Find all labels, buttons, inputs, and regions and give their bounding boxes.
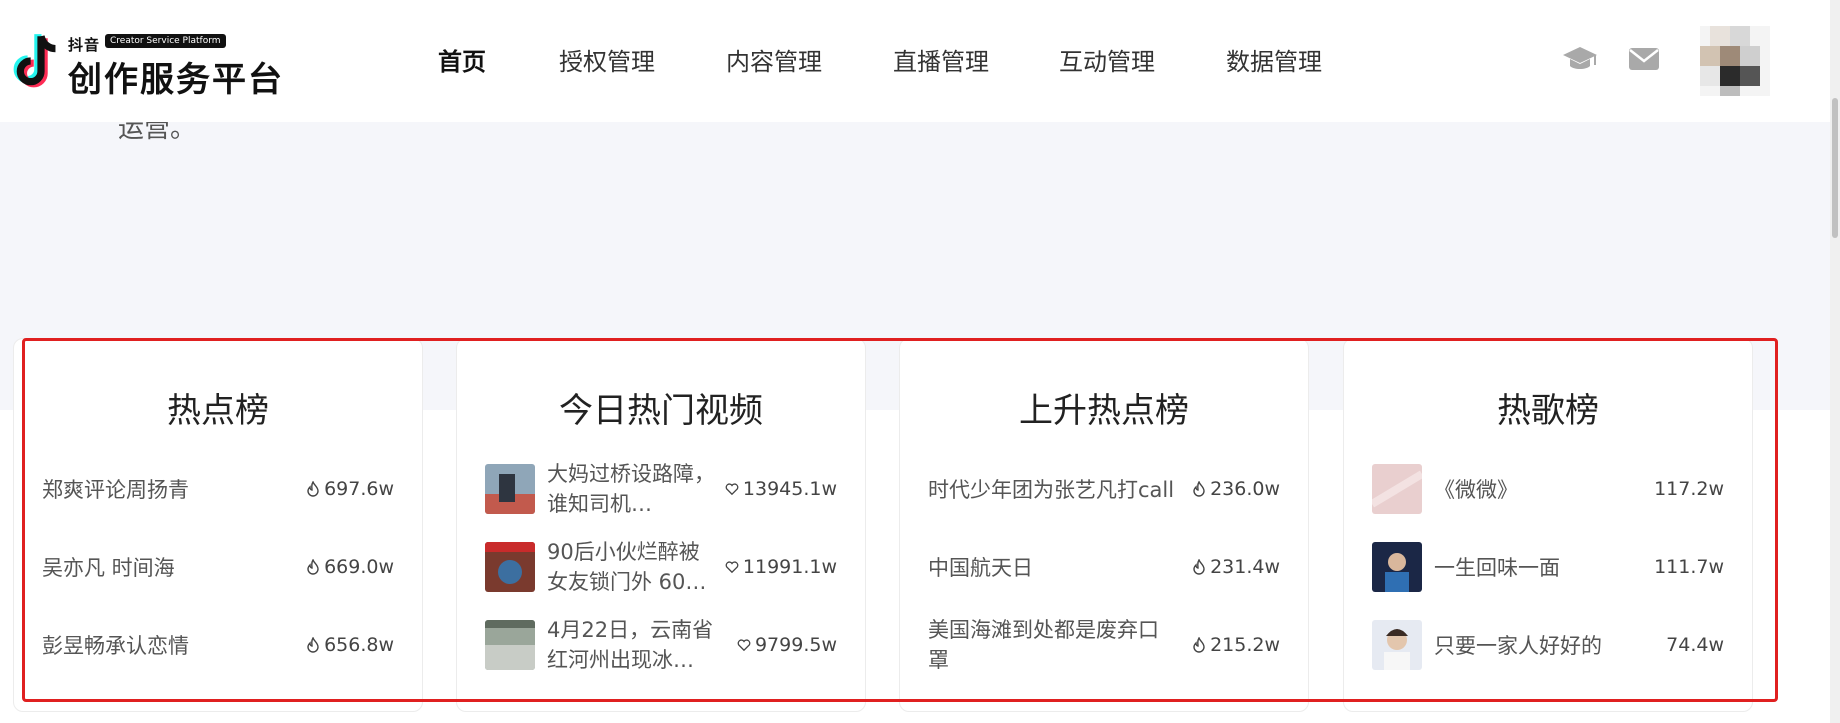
heart-icon — [725, 483, 739, 496]
heat-metric: 236.0w — [1192, 478, 1280, 500]
topic-text: 美国海滩到处都是废弃口罩 — [928, 618, 1159, 672]
metric-value: 9799.5w — [754, 634, 837, 656]
metric-value: 13945.1w — [742, 478, 837, 500]
song-cover — [1372, 542, 1422, 592]
song-cover — [1372, 620, 1422, 670]
douyin-logo[interactable]: 抖音 Creator Service Platform 创作服务平台 — [10, 28, 282, 100]
song-title: 一生回味一面 — [1434, 556, 1560, 580]
heat-metric: 231.4w — [1192, 556, 1280, 578]
list-item[interactable]: 只要一家人好好的 74.4w — [1372, 615, 1724, 675]
metric-value: 236.0w — [1210, 478, 1280, 500]
fire-icon — [307, 481, 319, 497]
topic-text: 中国航天日 — [928, 556, 1033, 580]
topic-text: 彭昱畅承认恋情 — [42, 634, 189, 658]
like-metric: 11991.1w — [725, 556, 837, 578]
heat-metric: 215.2w — [1192, 634, 1280, 656]
nav-home[interactable]: 首页 — [438, 42, 486, 77]
topic-text: 时代少年团为张艺凡打call — [928, 478, 1175, 502]
metric-value: 215.2w — [1210, 634, 1280, 656]
song-cover — [1372, 464, 1422, 514]
metric-value: 231.4w — [1210, 556, 1280, 578]
logo-title: 创作服务平台 — [68, 60, 284, 100]
fire-icon — [1193, 637, 1205, 653]
heat-metric: 656.8w — [306, 634, 394, 656]
like-metric: 13945.1w — [725, 478, 837, 500]
fire-icon — [307, 637, 319, 653]
card-title: 热点榜 — [167, 391, 269, 431]
list-item[interactable]: 一生回味一面 111.7w — [1372, 537, 1724, 597]
video-thumbnail — [485, 542, 535, 592]
graduation-cap-icon[interactable] — [1562, 44, 1598, 74]
list-item[interactable]: 《微微》 117.2w — [1372, 459, 1724, 519]
list-item[interactable]: 吴亦凡 时间海 669.0w — [42, 537, 394, 597]
video-title: 4月22日，云南省红河州出现冰… — [547, 618, 714, 672]
heat-metric: 669.0w — [306, 556, 394, 578]
metric-value: 697.6w — [324, 478, 394, 500]
hot-songs-card: 热歌榜 《微微》 117.2w 一生回味一面 111.7w 只要一家人好好的 7… — [1343, 338, 1753, 712]
topic-text: 吴亦凡 时间海 — [42, 556, 175, 580]
rising-topics-card: 上升热点榜 时代少年团为张艺凡打call 236.0w 中国航天日 231.4w… — [899, 338, 1309, 712]
fire-icon — [1193, 559, 1205, 575]
metric-value: 669.0w — [324, 556, 394, 578]
song-title: 只要一家人好好的 — [1434, 634, 1602, 658]
heat-metric: 697.6w — [306, 478, 394, 500]
topic-text: 郑爽评论周扬青 — [42, 478, 189, 502]
metric-value: 656.8w — [324, 634, 394, 656]
video-title: 大妈过桥设路障，谁知司机… — [547, 462, 715, 516]
video-title: 90后小伙烂醉被女友锁门外 60… — [547, 540, 707, 594]
vertical-scrollbar[interactable] — [1830, 0, 1840, 723]
nav-live[interactable]: 直播管理 — [893, 42, 989, 77]
card-title: 上升热点榜 — [1019, 391, 1189, 431]
list-item[interactable]: 郑爽评论周扬青 697.6w — [42, 459, 394, 519]
play-metric: 111.7w — [1654, 556, 1724, 578]
metric-value: 11991.1w — [742, 556, 837, 578]
logo-tag: Creator Service Platform — [105, 34, 226, 48]
hot-topics-card: 热点榜 郑爽评论周扬青 697.6w 吴亦凡 时间海 669.0w 彭昱畅承认恋… — [13, 338, 423, 712]
card-title: 今日热门视频 — [559, 391, 763, 431]
list-item[interactable]: 彭昱畅承认恋情 656.8w — [42, 615, 394, 675]
play-metric: 117.2w — [1654, 478, 1724, 500]
list-item[interactable]: 中国航天日 231.4w — [928, 537, 1280, 597]
nav-authorization[interactable]: 授权管理 — [559, 42, 655, 77]
mail-icon[interactable] — [1626, 44, 1662, 74]
top-header: 抖音 Creator Service Platform 创作服务平台 首页 授权… — [0, 0, 1840, 122]
nav-interaction[interactable]: 互动管理 — [1059, 42, 1155, 77]
fire-icon — [1193, 481, 1205, 497]
video-thumbnail — [485, 620, 535, 670]
heart-icon — [737, 639, 751, 652]
list-item[interactable]: 大妈过桥设路障，谁知司机… 13945.1w — [485, 459, 837, 519]
list-item[interactable]: 90后小伙烂醉被女友锁门外 60… 11991.1w — [485, 537, 837, 597]
list-item[interactable]: 4月22日，云南省红河州出现冰… 9799.5w — [485, 615, 837, 675]
fire-icon — [307, 559, 319, 575]
video-thumbnail — [485, 464, 535, 514]
heart-icon — [725, 561, 739, 574]
nav-content[interactable]: 内容管理 — [726, 42, 822, 77]
scrollbar-thumb[interactable] — [1832, 98, 1838, 238]
card-title: 热歌榜 — [1497, 391, 1599, 431]
like-metric: 9799.5w — [737, 634, 837, 656]
list-item[interactable]: 时代少年团为张艺凡打call 236.0w — [928, 459, 1280, 519]
song-title: 《微微》 — [1434, 478, 1518, 502]
douyin-note-icon — [13, 34, 56, 88]
nav-data[interactable]: 数据管理 — [1226, 42, 1322, 77]
hot-videos-card: 今日热门视频 大妈过桥设路障，谁知司机… 13945.1w 90后小伙烂醉被女友… — [456, 338, 866, 712]
list-item[interactable]: 美国海滩到处都是废弃口罩 215.2w — [928, 615, 1280, 675]
play-metric: 74.4w — [1666, 634, 1724, 656]
user-avatar[interactable] — [1700, 26, 1770, 96]
